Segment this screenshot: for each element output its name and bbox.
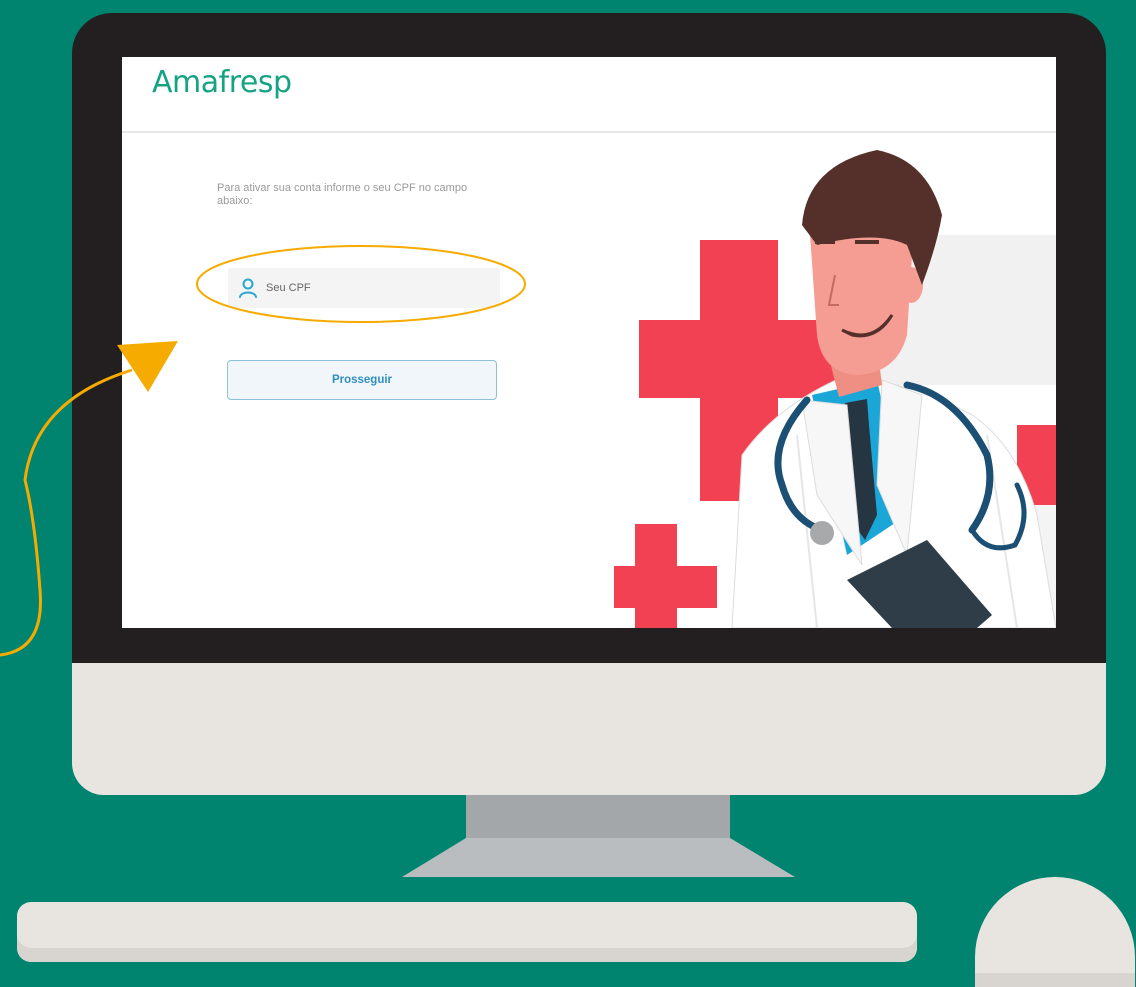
brand-logo[interactable]: Amafresp bbox=[152, 65, 292, 100]
doctor-illustration bbox=[614, 150, 1056, 628]
proceed-button[interactable]: Prosseguir bbox=[227, 360, 497, 400]
activation-instruction: Para ativar sua conta informe o seu CPF … bbox=[217, 182, 468, 207]
monitor-chin bbox=[72, 663, 1106, 795]
user-icon bbox=[239, 278, 257, 298]
site-header: Amafresp bbox=[122, 57, 1056, 133]
keyboard bbox=[17, 902, 917, 962]
screen: Amafresp Para ativar sua conta informe o… bbox=[122, 57, 1056, 628]
mouse bbox=[975, 877, 1135, 987]
cpf-input[interactable] bbox=[264, 281, 468, 295]
monitor-neck bbox=[466, 795, 730, 840]
cpf-field[interactable] bbox=[228, 268, 500, 308]
